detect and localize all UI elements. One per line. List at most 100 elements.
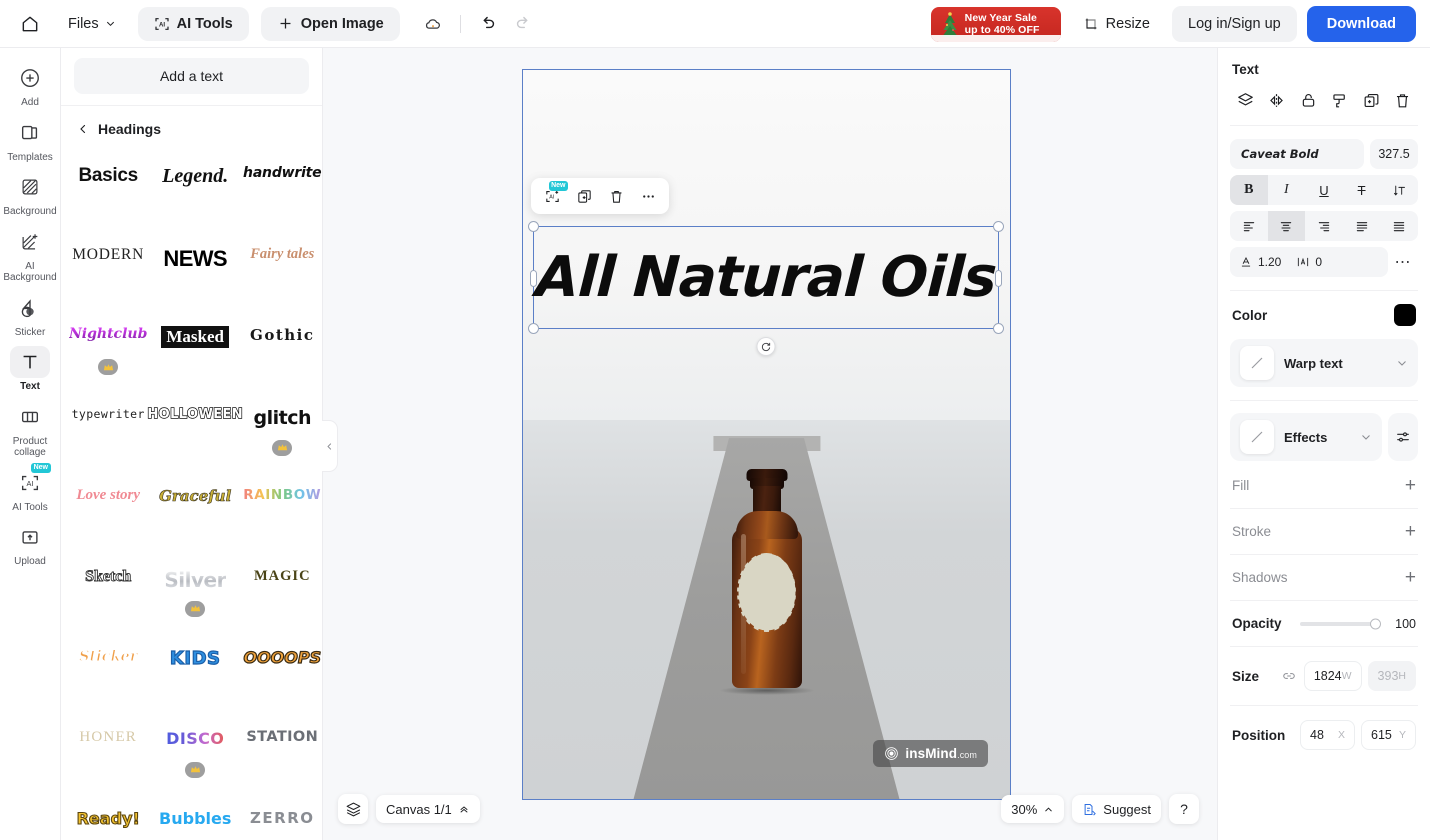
heading-style-item[interactable]: OOOOPS (243, 634, 322, 715)
line-height-control[interactable]: 1.20 (1239, 255, 1281, 269)
panel-collapse-handle[interactable] (322, 420, 338, 472)
heading-style-item[interactable]: KIDS (147, 634, 243, 715)
sliders-icon[interactable] (1388, 413, 1418, 461)
canvas-text-layer[interactable]: All Natural Oils (531, 227, 1000, 328)
align-justify-button[interactable] (1343, 211, 1381, 241)
ai-tools-button[interactable]: AI AI Tools (137, 6, 249, 41)
heading-style-item[interactable]: Sketch (69, 554, 147, 635)
heading-style-item[interactable]: ZERRO (243, 795, 321, 840)
bold-button[interactable]: B (1230, 175, 1268, 205)
fill-row[interactable]: Fill + (1230, 463, 1418, 509)
layers-order-icon[interactable] (1232, 87, 1258, 113)
position-y-input[interactable]: 615 Y (1361, 720, 1416, 750)
promo-banner[interactable]: New Year Sale up to 40% OFF (930, 6, 1061, 42)
canvas-pager[interactable]: Canvas 1/1 (376, 795, 480, 823)
position-x-input[interactable]: 48 X (1300, 720, 1355, 750)
sidebar-item-background[interactable]: Background (2, 165, 59, 218)
add-a-text-button[interactable]: Add a text (74, 58, 309, 94)
add-stroke-icon[interactable]: + (1405, 522, 1416, 541)
heading-style-item[interactable]: Love story (69, 473, 147, 554)
handle-top-right[interactable] (993, 221, 1004, 232)
stroke-row[interactable]: Stroke + (1230, 509, 1418, 555)
opacity-slider[interactable] (1300, 618, 1381, 629)
heading-style-item[interactable]: HOLLOWEEN (147, 393, 244, 474)
text-direction-button[interactable] (1380, 175, 1418, 205)
paint-bucket-icon[interactable] (1327, 87, 1353, 113)
login-signup-button[interactable]: Log in/Sign up (1172, 6, 1297, 42)
more-icon[interactable]: ⋯ (1388, 252, 1418, 272)
size-width-input[interactable]: 1824 W (1303, 661, 1362, 691)
sidebar-item-text[interactable]: Text (2, 340, 59, 393)
heading-style-item[interactable]: Ready! (69, 795, 147, 840)
trash-icon[interactable] (601, 181, 631, 211)
sidebar-item-ai-background[interactable]: AI Background (2, 220, 59, 284)
heading-style-item[interactable]: handwrite (243, 151, 322, 232)
heading-style-item[interactable]: typewriter (69, 393, 147, 474)
handle-bottom-right[interactable] (993, 323, 1004, 334)
home-icon[interactable] (14, 8, 46, 40)
warp-text-button[interactable]: Warp text (1230, 339, 1418, 387)
heading-style-item[interactable]: Fairy tales (243, 232, 321, 313)
heading-style-item[interactable]: glitch (243, 393, 321, 474)
strikethrough-button[interactable]: T (1343, 175, 1381, 205)
heading-style-item[interactable]: DISCO (147, 715, 243, 796)
handle-bottom-left[interactable] (528, 323, 539, 334)
letter-spacing-control[interactable]: 0 (1296, 255, 1322, 269)
heading-style-item[interactable]: MODERN (69, 232, 147, 313)
link-ratio-icon[interactable] (1280, 669, 1297, 683)
flip-icon[interactable] (1264, 87, 1290, 113)
help-button[interactable]: ? (1169, 794, 1199, 824)
resize-button[interactable]: Resize (1071, 7, 1162, 41)
open-image-button[interactable]: Open Image (260, 6, 400, 41)
align-right-button[interactable] (1305, 211, 1343, 241)
heading-style-item[interactable]: NEWS (147, 232, 243, 313)
underline-button[interactable]: U (1305, 175, 1343, 205)
heading-style-item[interactable]: Legend. (147, 151, 243, 232)
rotate-icon[interactable] (756, 337, 776, 356)
headings-header[interactable]: Headings (61, 106, 322, 145)
handle-top-left[interactable] (528, 221, 539, 232)
download-button[interactable]: Download (1306, 6, 1416, 42)
italic-button[interactable]: I (1268, 175, 1306, 205)
add-fill-icon[interactable]: + (1405, 476, 1416, 495)
sidebar-item-upload[interactable]: Upload (2, 515, 59, 568)
align-center-button[interactable] (1267, 211, 1306, 241)
text-selection-box[interactable]: All Natural Oils (528, 221, 1004, 356)
effects-button[interactable]: Effects (1230, 413, 1382, 461)
cloud-alert-icon[interactable] (416, 7, 450, 41)
heading-style-item[interactable]: RAINBOW (243, 473, 321, 554)
layers-button[interactable] (338, 794, 368, 824)
opacity-slider-knob[interactable] (1370, 618, 1381, 629)
more-icon[interactable] (633, 181, 663, 211)
shadows-row[interactable]: Shadows + (1230, 555, 1418, 601)
sidebar-item-sticker[interactable]: Sticker (2, 286, 59, 339)
size-height-input[interactable]: 393 H (1367, 661, 1416, 691)
sidebar-item-product-collage[interactable]: Product collage (2, 395, 59, 459)
heading-style-item[interactable]: Bubbles (147, 795, 243, 840)
heading-style-item[interactable]: Gothic (243, 312, 321, 393)
heading-style-item[interactable]: Silver (147, 554, 243, 635)
redo-icon[interactable] (507, 7, 541, 41)
align-full-button[interactable] (1380, 211, 1418, 241)
suggest-button[interactable]: Suggest (1072, 795, 1161, 823)
duplicate-icon[interactable] (569, 181, 599, 211)
handle-middle-left[interactable] (530, 270, 537, 287)
canvas-stage[interactable]: insMind.com AI New All Natural Oils Canv… (323, 48, 1217, 840)
heading-style-item[interactable]: HONER (69, 715, 147, 796)
color-swatch[interactable] (1394, 304, 1416, 326)
duplicate-icon[interactable] (1358, 87, 1384, 113)
sidebar-item-ai-tools[interactable]: AI New AI Tools (2, 461, 59, 514)
trash-icon[interactable] (1390, 87, 1416, 113)
heading-style-item[interactable]: Basics (69, 151, 147, 232)
ai-magic-icon[interactable]: AI New (537, 181, 568, 211)
font-size-input[interactable]: 327.5 (1370, 139, 1418, 169)
lock-icon[interactable] (1295, 87, 1321, 113)
heading-style-item[interactable]: Sticker (69, 634, 147, 715)
heading-style-item[interactable]: Nightclub (69, 312, 147, 393)
font-family-select[interactable]: Caveat Bold (1230, 139, 1364, 169)
heading-style-item[interactable]: Graceful (147, 473, 243, 554)
heading-style-item[interactable]: STATION (243, 715, 321, 796)
handle-middle-right[interactable] (995, 270, 1002, 287)
sidebar-item-templates[interactable]: Templates (2, 111, 59, 164)
zoom-control[interactable]: 30% (1001, 795, 1065, 823)
